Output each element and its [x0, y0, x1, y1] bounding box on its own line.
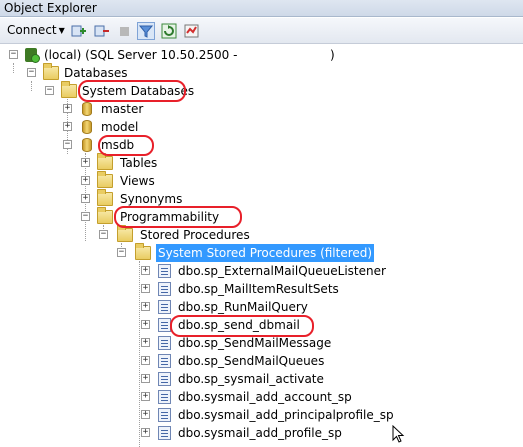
toolbar: Connect ▼ — [0, 18, 523, 44]
database-icon — [82, 102, 92, 116]
master-label: master — [101, 102, 144, 116]
tree-node-procedure[interactable]: + dbo.sp_sysmail_activate — [0, 370, 523, 388]
folder-icon — [43, 63, 59, 80]
expand-icon[interactable]: + — [141, 356, 150, 365]
procedure-label: dbo.sp_ExternalMailQueueListener — [178, 264, 386, 278]
collapse-icon[interactable]: − — [45, 86, 54, 95]
tree-node-procedure[interactable]: + dbo.sysmail_add_principalprofile_sp — [0, 406, 523, 424]
highlight-ring-programmability — [114, 206, 242, 228]
tree-node-stored-procedures[interactable]: − Stored Procedures — [0, 225, 523, 244]
disconnect-server-icon[interactable] — [93, 22, 111, 40]
title-bar: Object Explorer — [0, 0, 523, 17]
tree-node-model[interactable]: + model — [0, 118, 523, 136]
tree-node-procedure[interactable]: + dbo.sp_RunMailQuery — [0, 298, 523, 316]
folder-icon — [61, 81, 77, 98]
expand-icon[interactable]: + — [141, 266, 150, 275]
filter-icon[interactable] — [137, 22, 155, 40]
procedure-label: dbo.sp_SendMailQueues — [178, 354, 325, 368]
stored-procedure-icon — [158, 300, 171, 314]
model-label: model — [101, 120, 139, 134]
procedure-label: dbo.sp_MailItemResultSets — [178, 282, 339, 296]
server-label-end: ) — [330, 48, 335, 62]
stored-procedure-icon — [158, 390, 171, 404]
tables-label: Tables — [120, 156, 158, 170]
connect-label: Connect — [7, 23, 57, 37]
expand-icon[interactable]: + — [63, 122, 72, 131]
highlight-ring-sp-send-dbmail — [170, 315, 314, 337]
tree-node-system-stored-procedures[interactable]: − System Stored Procedures (filtered) — [0, 243, 523, 262]
tree-node-views[interactable]: + Views — [0, 171, 523, 190]
folder-icon — [117, 225, 133, 242]
stored-procedure-icon — [158, 408, 171, 422]
expand-icon[interactable]: + — [81, 194, 90, 203]
collapse-icon[interactable]: − — [117, 248, 126, 257]
folder-icon — [97, 153, 113, 170]
stop-icon[interactable] — [116, 22, 134, 40]
procedure-label: dbo.sysmail_add_profile_sp — [178, 426, 342, 440]
highlight-ring-system-databases — [78, 80, 186, 102]
tree-node-msdb[interactable]: − msdb — [0, 136, 523, 154]
folder-icon — [97, 171, 113, 188]
procedure-label: dbo.sp_sysmail_activate — [178, 372, 324, 386]
tree-node-procedure[interactable]: + dbo.sp_MailItemResultSets — [0, 280, 523, 298]
stored-procedure-icon — [158, 354, 171, 368]
activity-monitor-icon[interactable] — [183, 22, 201, 40]
expand-icon[interactable]: + — [141, 302, 150, 311]
stored-procedure-icon — [158, 282, 171, 296]
stored-procedure-icon — [158, 264, 171, 278]
expand-icon[interactable]: + — [141, 392, 150, 401]
tree-node-master[interactable]: + master — [0, 100, 523, 118]
procedure-label: dbo.sysmail_add_principalprofile_sp — [178, 408, 394, 422]
mouse-cursor-icon — [392, 425, 405, 443]
collapse-icon[interactable]: − — [9, 50, 18, 59]
procedure-label: dbo.sp_RunMailQuery — [178, 300, 308, 314]
tree-node-databases[interactable]: − Databases — [0, 63, 523, 82]
folder-icon — [97, 189, 113, 206]
tree-node-server[interactable]: − (local) (SQL Server 10.50.2500 - ) — [0, 46, 523, 64]
expand-icon[interactable]: + — [141, 410, 150, 419]
tree-node-tables[interactable]: + Tables — [0, 153, 523, 172]
stored-procedure-icon — [158, 336, 171, 350]
expand-icon[interactable]: + — [141, 374, 150, 383]
collapse-icon[interactable]: − — [63, 140, 72, 149]
refresh-icon[interactable] — [160, 22, 178, 40]
tree-node-procedure[interactable]: + dbo.sp_ExternalMailQueueListener — [0, 262, 523, 280]
expand-icon[interactable]: + — [63, 104, 72, 113]
database-icon — [82, 138, 92, 152]
collapse-icon[interactable]: − — [81, 212, 90, 221]
stored-procedure-icon — [158, 426, 171, 440]
expand-icon[interactable]: + — [141, 428, 150, 437]
tree-node-programmability[interactable]: − Programmability — [0, 207, 523, 226]
database-icon — [82, 120, 92, 134]
object-explorer-tree: − (local) (SQL Server 10.50.2500 - ) − D… — [0, 45, 523, 447]
stored-procedure-icon — [158, 372, 171, 386]
connect-server-icon[interactable] — [70, 22, 88, 40]
collapse-icon[interactable]: − — [27, 68, 36, 77]
system-stored-procedures-label: System Stored Procedures (filtered) — [156, 244, 375, 262]
folder-icon — [135, 243, 151, 260]
expand-icon[interactable]: + — [141, 320, 150, 329]
tree-node-procedure[interactable]: + dbo.sysmail_add_account_sp — [0, 388, 523, 406]
stored-procedures-label: Stored Procedures — [140, 228, 250, 242]
tree-node-procedure[interactable]: + dbo.sp_SendMailQueues — [0, 352, 523, 370]
expand-icon[interactable]: + — [81, 158, 90, 167]
tree-node-synonyms[interactable]: + Synonyms — [0, 189, 523, 208]
views-label: Views — [120, 174, 155, 188]
procedure-label: dbo.sysmail_add_account_sp — [178, 390, 352, 404]
window-title: Object Explorer — [4, 1, 97, 15]
connect-button[interactable]: Connect ▼ — [7, 23, 65, 37]
expand-icon[interactable]: + — [141, 284, 150, 293]
expand-icon[interactable]: + — [81, 176, 90, 185]
tree-node-procedure[interactable]: + dbo.sysmail_add_profile_sp — [0, 424, 523, 442]
expand-icon[interactable]: + — [141, 338, 150, 347]
chevron-down-icon: ▼ — [58, 26, 65, 35]
server-icon — [25, 48, 40, 63]
server-label: (local) (SQL Server 10.50.2500 - — [44, 48, 238, 62]
folder-icon — [97, 207, 113, 224]
collapse-icon[interactable]: − — [99, 230, 108, 239]
highlight-ring-msdb — [98, 135, 154, 156]
